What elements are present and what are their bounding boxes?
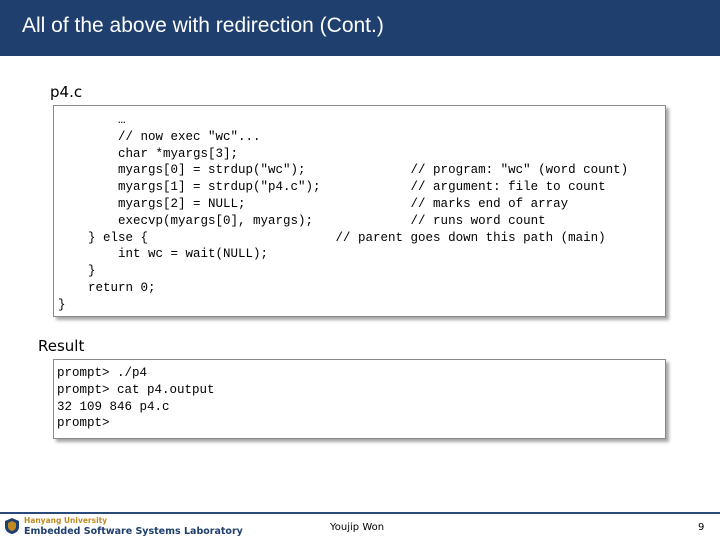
- slide-header: All of the above with redirection (Cont.…: [0, 0, 720, 56]
- author-name: Youjip Won: [330, 522, 385, 533]
- code-line: }: [58, 297, 66, 312]
- footer-divider: [0, 512, 720, 514]
- code-line: // now exec "wc"...: [58, 129, 261, 144]
- code-line: char *myargs[3];: [58, 146, 239, 161]
- code-line: return 0;: [58, 280, 156, 295]
- code-line: myargs[2] = NULL; // marks end of array: [58, 196, 569, 211]
- lab-name: Embedded Software Systems Laboratory: [24, 526, 243, 537]
- code-line: execvp(myargs[0], myargs); // runs word …: [58, 213, 546, 228]
- university-name: Hanyang University: [24, 516, 108, 525]
- code-line: …: [58, 113, 126, 127]
- code-line: 32 109 846 p4.c: [57, 399, 170, 414]
- result-section-label: Result: [38, 337, 85, 355]
- page-number: 9: [698, 522, 705, 533]
- code-line: prompt> cat p4.output: [57, 382, 215, 397]
- code-line: myargs[0] = strdup("wc"); // program: "w…: [58, 163, 629, 178]
- code-line: }: [58, 264, 96, 279]
- slide-title: All of the above with redirection (Cont.…: [22, 14, 384, 37]
- code-line: } else { // parent goes down this path (…: [58, 230, 606, 245]
- code-line: prompt> ./p4: [57, 366, 148, 380]
- code-section-label: p4.c: [50, 83, 83, 101]
- code-line: myargs[1] = strdup("p4.c"); // argument:…: [58, 180, 606, 195]
- code-listing: … // now exec "wc"... char *myargs[3]; m…: [58, 112, 628, 314]
- code-box: … // now exec "wc"... char *myargs[3]; m…: [53, 105, 666, 317]
- code-line: int wc = wait(NULL);: [58, 247, 269, 262]
- university-emblem-icon: [5, 518, 19, 534]
- result-box: prompt> ./p4 prompt> cat p4.output 32 109 …: [53, 359, 666, 439]
- code-line: prompt>: [57, 416, 110, 431]
- result-listing: prompt> ./p4 prompt> cat p4.output 32 109 …: [57, 365, 215, 432]
